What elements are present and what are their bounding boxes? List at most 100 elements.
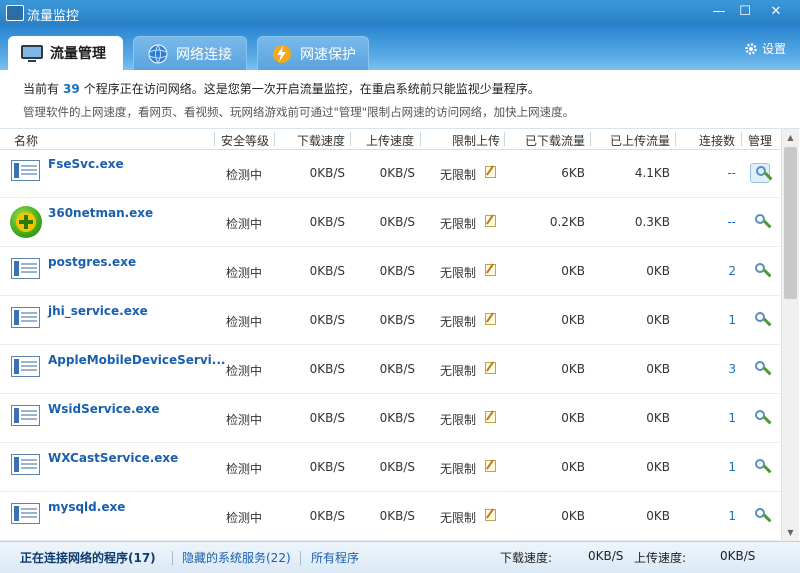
download-speed-label: 下载速度: [500, 551, 553, 565]
program-name[interactable]: 360netman.exe [48, 206, 153, 220]
minimize-button[interactable]: — [706, 2, 732, 22]
tab-label: 网速保护 [300, 46, 356, 63]
col-uploaded[interactable]: 已上传流量 [610, 132, 670, 149]
downloaded-traffic: 0KB [561, 460, 585, 474]
edit-limit-icon[interactable] [485, 264, 496, 276]
wrench-icon[interactable] [750, 261, 770, 281]
wrench-icon[interactable] [750, 310, 770, 330]
connection-count[interactable]: -- [700, 166, 736, 180]
window-app-icon [11, 454, 40, 475]
column-divider [590, 132, 591, 146]
close-button[interactable]: ✕ [758, 2, 794, 22]
downloaded-traffic: 6KB [561, 166, 585, 180]
upload-limit: 无限制 [440, 462, 477, 476]
edit-limit-icon[interactable] [485, 509, 496, 521]
download-speed-value: 0KB/S [588, 549, 624, 563]
wrench-icon[interactable] [750, 457, 770, 477]
360-plus-icon [10, 206, 42, 238]
wrench-icon[interactable] [750, 212, 770, 232]
edit-limit-icon[interactable] [485, 215, 496, 227]
table-row[interactable]: postgres.exe 检测中 0KB/S 0KB/S 无限制 0KB 0KB 2 [0, 247, 780, 296]
download-speed: 0KB/S [309, 509, 345, 523]
upload-speed: 0KB/S [379, 264, 415, 278]
info-hint: 管理软件的上网速度，看网页、看视频、玩网络游戏前可通过"管理"限制占网速的访问网… [23, 105, 575, 119]
edit-limit-icon[interactable] [485, 166, 496, 178]
footer-divider [172, 551, 173, 565]
settings-button[interactable]: 设置 [744, 40, 786, 57]
wrench-icon[interactable] [750, 408, 770, 428]
upload-speed: 0KB/S [379, 215, 415, 229]
filter-hidden-services[interactable]: 隐藏的系统服务(22) [182, 549, 291, 566]
download-speed: 0KB/S [309, 362, 345, 376]
column-divider [274, 132, 275, 146]
program-name[interactable]: WsidService.exe [48, 402, 160, 416]
connection-count[interactable]: 3 [700, 362, 736, 376]
table-row[interactable]: AppleMobileDeviceServi... 检测中 0KB/S 0KB/S 无限… [0, 345, 780, 394]
upload-speed-value: 0KB/S [720, 549, 756, 563]
info-panel: 当前有 39 个程序正在访问网络。这是您第一次开启流量监控，在重启系统前只能监视少量… [0, 70, 800, 129]
tab-speed-protection[interactable]: 网速保护 [257, 36, 369, 70]
window-controls: — ☐ ✕ [706, 2, 794, 22]
security-level: 检测中 [226, 266, 263, 280]
scroll-thumb[interactable] [784, 147, 797, 299]
program-name[interactable]: jhi_service.exe [48, 304, 148, 318]
monitor-icon [21, 45, 43, 62]
tab-traffic-management[interactable]: 流量管理 [8, 36, 123, 70]
wrench-icon[interactable] [750, 506, 770, 526]
download-speed: 0KB/S [309, 215, 345, 229]
table-row[interactable]: FseSvc.exe 检测中 0KB/S 0KB/S 无限制 6KB 4.1KB -- [0, 149, 780, 198]
upload-limit: 无限制 [440, 413, 477, 427]
downloaded-traffic: 0KB [561, 264, 585, 278]
filter-all-programs[interactable]: 所有程序 [311, 549, 359, 566]
connection-count[interactable]: 1 [700, 509, 736, 523]
scroll-down-arrow[interactable]: ▼ [782, 524, 799, 541]
info-summary: 当前有 39 个程序正在访问网络。这是您第一次开启流量监控，在重启系统前只能监视少量… [23, 80, 540, 97]
edit-limit-icon[interactable] [485, 313, 496, 325]
table-row[interactable]: 360netman.exe 检测中 0KB/S 0KB/S 无限制 0.2KB 0.3KB -… [0, 198, 780, 247]
col-downloaded[interactable]: 已下载流量 [525, 132, 585, 149]
wrench-icon[interactable] [750, 359, 770, 379]
connection-count[interactable]: 2 [700, 264, 736, 278]
tab-network-connections[interactable]: 网络连接 [133, 36, 247, 70]
col-security[interactable]: 安全等级 [221, 132, 269, 149]
table-row[interactable]: WXCastService.exe 检测中 0KB/S 0KB/S 无限制 0KB 0KB 1 [0, 443, 780, 492]
column-divider [350, 132, 351, 146]
program-name[interactable]: mysqld.exe [48, 500, 125, 514]
maximize-button[interactable]: ☐ [732, 2, 758, 22]
connection-count[interactable]: 1 [700, 313, 736, 327]
col-upload-speed[interactable]: 上传速度 [366, 132, 414, 149]
col-limit-upload[interactable]: 限制上传 [452, 132, 500, 149]
col-connections[interactable]: 连接数 [699, 132, 735, 149]
upload-limit: 无限制 [440, 217, 477, 231]
connection-count[interactable]: -- [700, 215, 736, 229]
downloaded-traffic: 0.2KB [549, 215, 585, 229]
edit-limit-icon[interactable] [485, 411, 496, 423]
upload-speed: 0KB/S [379, 460, 415, 474]
table-row[interactable]: mysqld.exe 检测中 0KB/S 0KB/S 无限制 0KB 0KB 1 [0, 492, 780, 541]
column-divider [741, 132, 742, 146]
connection-count[interactable]: 1 [700, 460, 736, 474]
table-row[interactable]: WsidService.exe 检测中 0KB/S 0KB/S 无限制 0KB 0KB 1 [0, 394, 780, 443]
scroll-up-arrow[interactable]: ▲ [782, 129, 799, 146]
downloaded-traffic: 0KB [561, 509, 585, 523]
col-download-speed[interactable]: 下载速度 [297, 132, 345, 149]
edit-limit-icon[interactable] [485, 460, 496, 472]
connection-count[interactable]: 1 [700, 411, 736, 425]
edit-limit-icon[interactable] [485, 362, 496, 374]
table-row[interactable]: jhi_service.exe 检测中 0KB/S 0KB/S 无限制 0KB 0KB 1 [0, 296, 780, 345]
program-name[interactable]: postgres.exe [48, 255, 136, 269]
table-header: 名称 安全等级 下载速度 上传速度 限制上传 已下载流量 已上传流量 连接数 管… [0, 129, 780, 150]
download-speed: 0KB/S [309, 166, 345, 180]
security-level: 检测中 [226, 413, 263, 427]
vertical-scrollbar[interactable]: ▲ ▼ [781, 129, 799, 541]
upload-limit: 无限制 [440, 266, 477, 280]
program-name[interactable]: FseSvc.exe [48, 157, 124, 171]
uploaded-traffic: 0KB [646, 460, 670, 474]
col-name[interactable]: 名称 [14, 132, 38, 149]
program-name[interactable]: WXCastService.exe [48, 451, 178, 465]
wrench-icon[interactable] [750, 163, 770, 183]
lightning-icon [273, 44, 291, 63]
filter-connected-programs[interactable]: 正在连接网络的程序(17) [20, 549, 156, 566]
upload-limit: 无限制 [440, 364, 477, 378]
program-name[interactable]: AppleMobileDeviceServi... [48, 353, 225, 367]
